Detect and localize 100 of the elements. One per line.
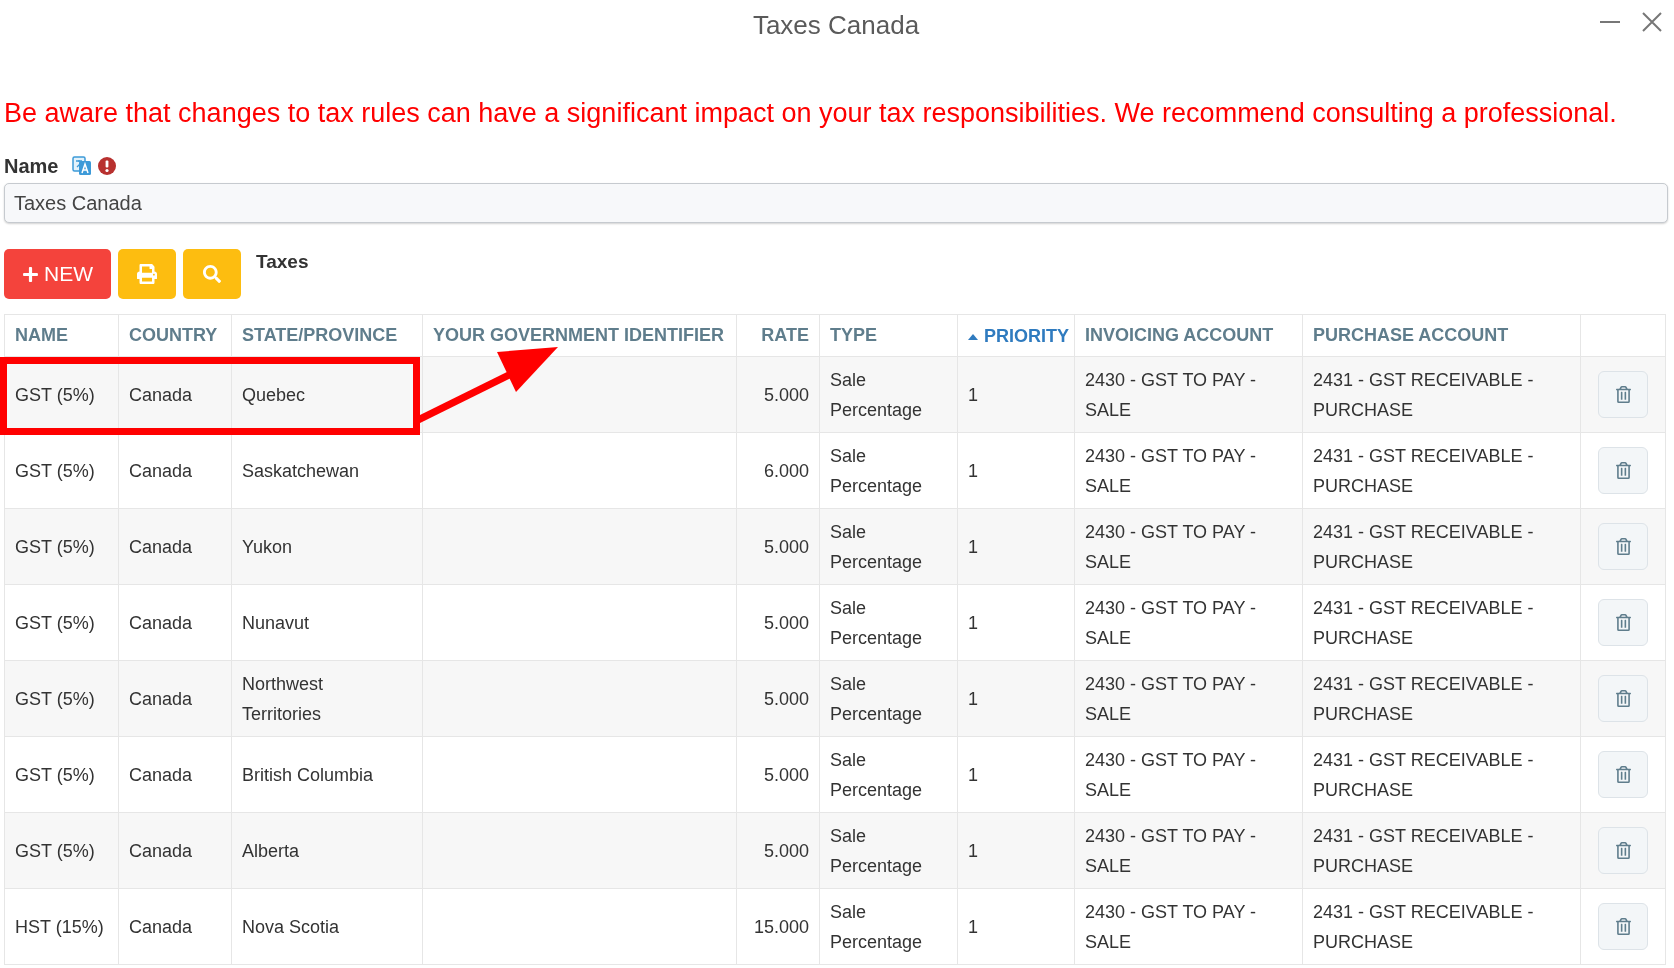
table-cell: 2430 - GST TO PAY - SALE <box>1074 584 1303 661</box>
table-cell: 1 <box>957 356 1075 433</box>
table-cell: Yukon <box>231 508 423 585</box>
minimize-icon <box>1600 21 1620 23</box>
window-title: Taxes Canada <box>752 9 920 41</box>
table-cell: 1 <box>957 812 1075 889</box>
table-cell: Quebec <box>231 356 423 433</box>
table-cell: 2431 - GST RECEIVABLE - PURCHASE <box>1302 584 1581 661</box>
table-cell: 2431 - GST RECEIVABLE - PURCHASE <box>1302 888 1581 965</box>
table-cell: Sale Percentage <box>819 660 958 737</box>
table-cell: GST (5%) <box>4 356 119 433</box>
delete-button[interactable] <box>1598 903 1648 950</box>
trash-icon <box>1614 918 1632 935</box>
column-header[interactable]: YOUR GOVERNMENT IDENTIFIER <box>422 314 737 357</box>
table-cell: Nunavut <box>231 584 423 661</box>
table-cell: 15.000 <box>736 888 820 965</box>
table-cell: GST (5%) <box>4 812 119 889</box>
section-title: Taxes <box>256 251 309 273</box>
table-cell: GST (5%) <box>4 660 119 737</box>
table-cell: 2430 - GST TO PAY - SALE <box>1074 432 1303 509</box>
field-label: Name <box>4 154 59 178</box>
column-header[interactable]: RATE <box>736 314 820 357</box>
printer-icon <box>137 264 157 284</box>
table-cell: 2430 - GST TO PAY - SALE <box>1074 812 1303 889</box>
table-cell: 2430 - GST TO PAY - SALE <box>1074 736 1303 813</box>
table-cell: 2431 - GST RECEIVABLE - PURCHASE <box>1302 508 1581 585</box>
delete-button[interactable] <box>1598 447 1648 494</box>
table-cell: Alberta <box>231 812 423 889</box>
table-cell: GST (5%) <box>4 584 119 661</box>
table-cell: Nova Scotia <box>231 888 423 965</box>
table-cell: 2431 - GST RECEIVABLE - PURCHASE <box>1302 356 1581 433</box>
table-cell: British Columbia <box>231 736 423 813</box>
table-cell: GST (5%) <box>4 508 119 585</box>
alert-icon <box>98 157 117 175</box>
table-cell: Sale Percentage <box>819 432 958 509</box>
table-cell: Canada <box>118 812 232 889</box>
table-cell: Canada <box>118 888 232 965</box>
table-cell: Sale Percentage <box>819 508 958 585</box>
table-cell: 5.000 <box>736 660 820 737</box>
table-cell: 5.000 <box>736 736 820 813</box>
column-header-label: PRIORITY <box>984 326 1069 348</box>
warning-text: Be aware that changes to tax rules can have a significant impact on your tax responsibilities. We recommend consulting a professional. <box>4 97 1617 130</box>
search-icon <box>203 265 221 283</box>
translate-icon <box>72 156 93 176</box>
delete-button[interactable] <box>1598 751 1648 798</box>
delete-button[interactable] <box>1598 599 1648 646</box>
column-header[interactable]: PRIORITY <box>957 314 1075 357</box>
delete-button[interactable] <box>1598 675 1648 722</box>
table-cell: 1 <box>957 584 1075 661</box>
table-cell: 2430 - GST TO PAY - SALE <box>1074 508 1303 585</box>
table-cell: 1 <box>957 660 1075 737</box>
table-cell: 6.000 <box>736 432 820 509</box>
close-button[interactable] <box>1642 12 1662 32</box>
delete-button[interactable] <box>1598 827 1648 874</box>
column-header[interactable]: INVOICING ACCOUNT <box>1074 314 1303 357</box>
delete-button[interactable] <box>1598 523 1648 570</box>
close-icon <box>1642 12 1662 32</box>
table-cell: 5.000 <box>736 584 820 661</box>
table-cell: Canada <box>118 584 232 661</box>
delete-button[interactable] <box>1598 371 1648 418</box>
table-cell: 5.000 <box>736 508 820 585</box>
trash-icon <box>1614 462 1632 479</box>
table-cell: 2431 - GST RECEIVABLE - PURCHASE <box>1302 432 1581 509</box>
table-cell: 2431 - GST RECEIVABLE - PURCHASE <box>1302 736 1581 813</box>
column-header[interactable]: STATE/PROVINCE <box>231 314 423 357</box>
table-cell: 5.000 <box>736 356 820 433</box>
trash-icon <box>1614 690 1632 707</box>
table-cell: HST (15%) <box>4 888 119 965</box>
trash-icon <box>1614 842 1632 859</box>
table-cell: Sale Percentage <box>819 584 958 661</box>
table-cell: 1 <box>957 508 1075 585</box>
trash-icon <box>1614 766 1632 783</box>
table-cell: Canada <box>118 508 232 585</box>
plus-icon <box>22 265 39 283</box>
table-cell: 2431 - GST RECEIVABLE - PURCHASE <box>1302 812 1581 889</box>
table-cell: 2430 - GST TO PAY - SALE <box>1074 356 1303 433</box>
table-cell: Sale Percentage <box>819 888 958 965</box>
table-cell: Saskatchewan <box>231 432 423 509</box>
column-header[interactable]: NAME <box>4 314 119 357</box>
table-cell: 5.000 <box>736 812 820 889</box>
table-cell: 1 <box>957 432 1075 509</box>
table-cell: Canada <box>118 660 232 737</box>
table-cell: Sale Percentage <box>819 812 958 889</box>
new-button[interactable]: NEW <box>4 249 111 299</box>
table-cell: 2430 - GST TO PAY - SALE <box>1074 888 1303 965</box>
table-cell: 2431 - GST RECEIVABLE - PURCHASE <box>1302 660 1581 737</box>
table-cell: 1 <box>957 888 1075 965</box>
trash-icon <box>1614 538 1632 555</box>
table-cell: Canada <box>118 356 232 433</box>
column-header[interactable]: COUNTRY <box>118 314 232 357</box>
column-header[interactable]: TYPE <box>819 314 958 357</box>
table-cell: Northwest Territories <box>231 660 423 737</box>
column-header[interactable]: PURCHASE ACCOUNT <box>1302 314 1581 357</box>
trash-icon <box>1614 614 1632 631</box>
table-cell: 2430 - GST TO PAY - SALE <box>1074 660 1303 737</box>
table-cell: Sale Percentage <box>819 736 958 813</box>
table-cell: GST (5%) <box>4 736 119 813</box>
table-cell: GST (5%) <box>4 432 119 509</box>
name-input[interactable]: Taxes Canada <box>4 183 1668 223</box>
table-cell: 1 <box>957 736 1075 813</box>
